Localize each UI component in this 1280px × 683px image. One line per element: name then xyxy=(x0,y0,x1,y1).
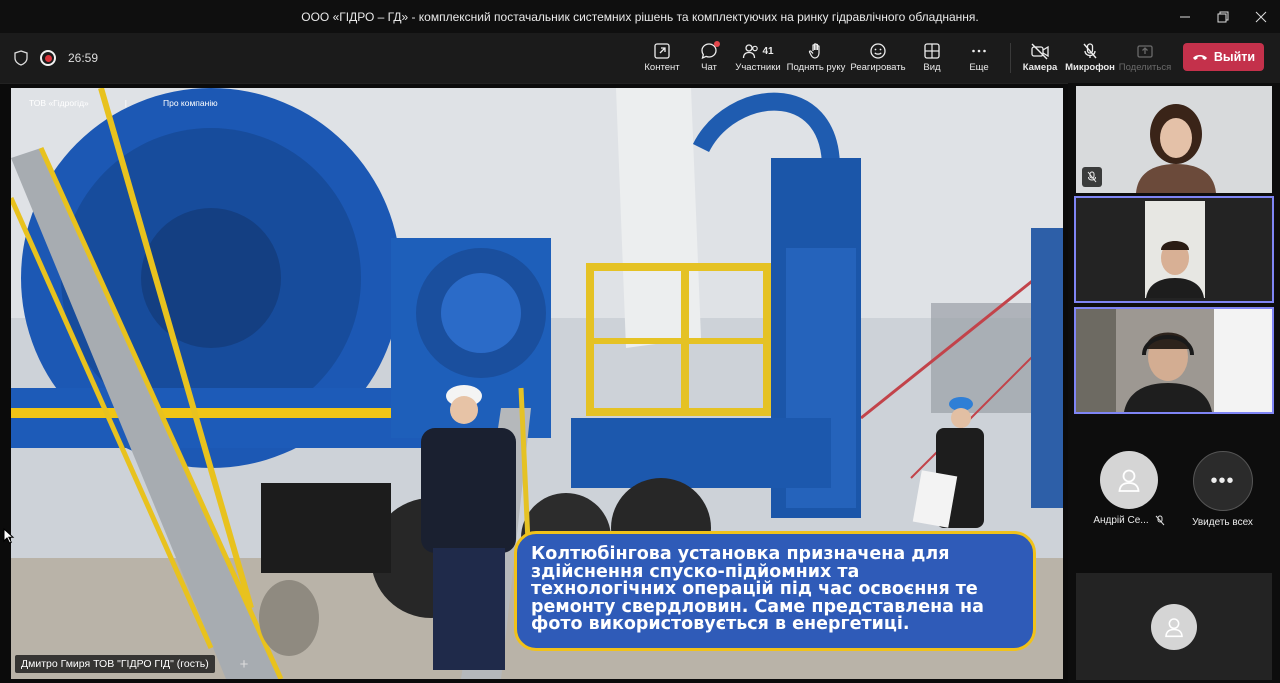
presenter-name-tag: Дмитро Гмиря ТОВ "ГІДРО ГІД" (гость) xyxy=(15,655,215,673)
react-label: Реагировать xyxy=(850,62,906,73)
person-icon xyxy=(1118,469,1140,492)
recording-icon xyxy=(40,50,56,66)
video-tile-man-headset[interactable] xyxy=(1074,307,1274,414)
window-title: ООО «ГІДРО – ГД» - комплексний постачаль… xyxy=(301,9,979,24)
mic-off-icon xyxy=(1087,171,1097,183)
video-tile-man-speaking[interactable] xyxy=(1074,196,1274,303)
muted-indicator xyxy=(1082,167,1102,187)
leave-button[interactable]: Выйти xyxy=(1183,43,1264,71)
meeting-status: 26:59 xyxy=(14,33,98,83)
participant-name: Андрій Се... xyxy=(1093,515,1149,526)
restore-button[interactable] xyxy=(1204,0,1242,33)
hang-up-icon xyxy=(1192,55,1207,60)
raise-hand-label: Поднять руку xyxy=(786,62,846,73)
presenter-name: Дмитро Гмиря ТОВ "ГІДРО ГІД" (гость) xyxy=(21,658,209,670)
share-label: Поделиться xyxy=(1118,62,1172,73)
participant-video xyxy=(1076,309,1272,412)
caption-line: фото використовується в енергетиці. xyxy=(531,614,910,634)
mouse-cursor-icon xyxy=(3,528,15,544)
slide-nav-separator: | xyxy=(124,98,127,108)
ellipsis-icon: ••• xyxy=(1192,451,1253,511)
microphone-label: Микрофон xyxy=(1065,62,1115,73)
more-label: Еще xyxy=(969,62,989,73)
slide-caption-box: Колтюбінгова установка призначена для зд… xyxy=(514,531,1036,651)
minimize-button[interactable] xyxy=(1166,0,1204,33)
grid-view-icon xyxy=(924,43,940,59)
chat-button[interactable]: Чат xyxy=(681,40,737,73)
microphone-button[interactable]: Микрофон xyxy=(1062,40,1118,73)
participant-video xyxy=(1076,86,1272,193)
camera-off-icon xyxy=(1031,43,1049,60)
close-icon xyxy=(1255,11,1267,22)
person-icon xyxy=(1165,617,1183,637)
mic-off-icon xyxy=(1155,515,1165,526)
participant-video xyxy=(1076,198,1272,301)
self-view-tile[interactable] xyxy=(1076,573,1272,680)
slide-nav-company[interactable]: ТОВ «Гідрогід» xyxy=(29,98,89,108)
shield-icon[interactable] xyxy=(14,50,28,66)
chat-label: Чат xyxy=(701,62,717,73)
participants-count: 41 xyxy=(762,45,774,57)
restore-icon xyxy=(1217,11,1229,22)
smiley-icon xyxy=(870,43,886,59)
shared-content-stage: ТОВ «Гідрогід» | Про компанію Колтюбінго… xyxy=(11,88,1063,679)
leave-label: Выйти xyxy=(1213,50,1256,64)
mic-off-icon xyxy=(1083,43,1097,59)
hand-icon xyxy=(808,43,820,59)
window-title-bar: ООО «ГІДРО – ГД» - комплексний постачаль… xyxy=(0,0,1280,33)
participants-panel: Андрій Се... ••• Увидеть всех xyxy=(1068,83,1280,683)
plus-icon: + xyxy=(239,655,249,673)
participants-button[interactable]: 41 Участники xyxy=(730,40,786,73)
slide-nav-about[interactable]: Про компанію xyxy=(163,98,218,108)
participant-andriy[interactable]: Андрій Се... xyxy=(1084,451,1174,526)
minimize-icon xyxy=(1180,16,1190,17)
participants-label: Участники xyxy=(735,62,781,73)
toolbar-divider xyxy=(1010,43,1011,73)
raise-hand-button[interactable]: Поднять руку xyxy=(786,40,846,73)
unread-dot xyxy=(714,41,720,47)
caption-line: Колтюбінгова установка призначена для xyxy=(531,544,950,564)
caption-line: технологічних операцій під час освоєння … xyxy=(531,579,978,599)
react-button[interactable]: Реагировать xyxy=(850,40,906,73)
window-controls xyxy=(1166,0,1280,33)
share-content-icon xyxy=(654,43,670,59)
see-all-participants-button[interactable]: ••• Увидеть всех xyxy=(1175,451,1270,528)
meeting-timer: 26:59 xyxy=(68,51,99,65)
camera-button[interactable]: Камера xyxy=(1012,40,1068,73)
avatar xyxy=(1151,603,1197,650)
people-icon xyxy=(743,44,759,59)
slide-navigation: ТОВ «Гідрогід» | Про компанію xyxy=(29,98,218,108)
add-presenter-button[interactable]: + xyxy=(235,655,253,673)
close-window-button[interactable] xyxy=(1242,0,1280,33)
see-all-label: Увидеть всех xyxy=(1192,517,1253,528)
video-tile-woman[interactable] xyxy=(1076,86,1272,193)
avatar xyxy=(1100,451,1158,509)
share-button[interactable]: Поделиться xyxy=(1117,40,1173,73)
meeting-toolbar: 26:59 Контент Чат 41 Участники Поднять р… xyxy=(0,33,1280,84)
more-button[interactable]: Еще xyxy=(951,40,1007,73)
share-tray-icon xyxy=(1137,45,1153,58)
camera-label: Камера xyxy=(1022,62,1058,73)
more-icon xyxy=(972,49,986,53)
